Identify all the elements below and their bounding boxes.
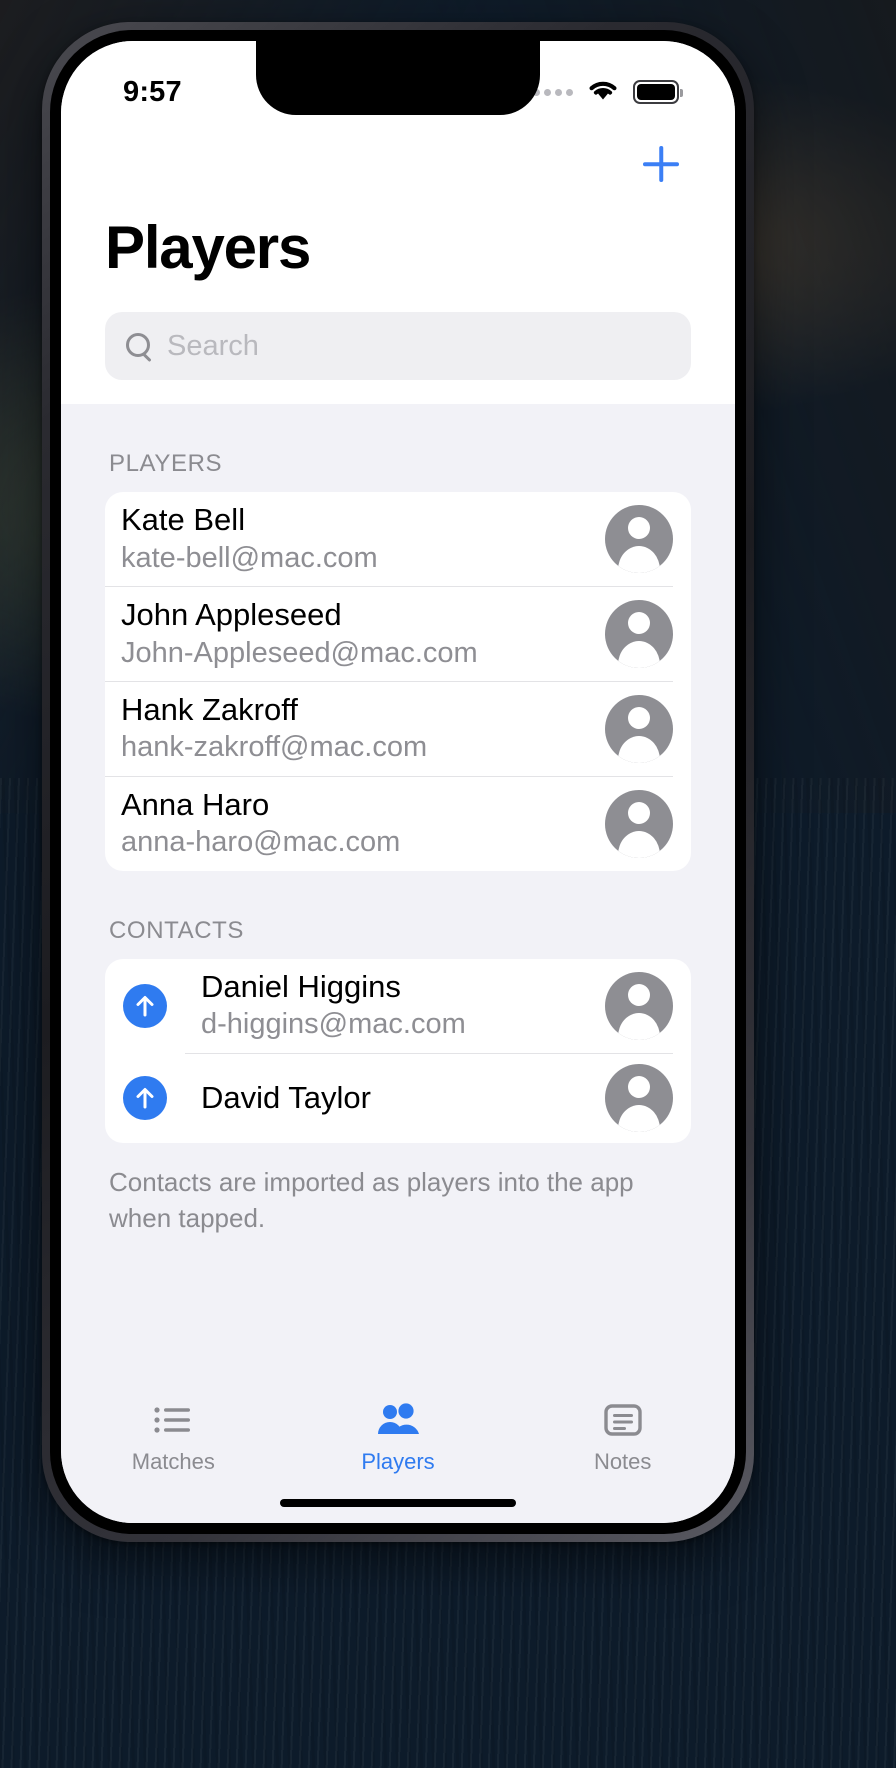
player-name: Anna Haro (121, 786, 270, 822)
wifi-icon (586, 77, 620, 107)
contact-email: d-higgins@mac.com (201, 1008, 466, 1041)
contacts-footnote: Contacts are imported as players into th… (109, 1166, 634, 1233)
page-title: Players (105, 214, 311, 281)
home-indicator-area (61, 1479, 735, 1523)
section-header-contacts: CONTACTS (109, 916, 245, 944)
arrow-up-circle-icon[interactable] (123, 1075, 167, 1120)
home-indicator[interactable] (280, 1499, 516, 1507)
player-email: anna-haro@mac.com (121, 826, 401, 859)
navigation-header: Players Search (61, 127, 735, 404)
contact-name: Daniel Higgins (201, 968, 401, 1004)
table-row[interactable]: Anna Haro anna-haro@mac.com (105, 775, 691, 871)
tab-label: Matches (131, 1449, 215, 1474)
section-header-players: PLAYERS (109, 450, 223, 477)
people-icon (376, 1400, 420, 1440)
player-email: John-Appleseed@mac.com (121, 636, 478, 669)
phone-bezel: 9:57 Players Search PLAYERS Kate Bell ka… (50, 30, 746, 1534)
status-bar-indicators (533, 77, 683, 107)
table-row[interactable]: Hank Zakroff hank-zakroff@mac.com (105, 680, 691, 776)
contact-name: David Taylor (201, 1079, 372, 1115)
tab-matches[interactable]: Matches (61, 1400, 286, 1475)
search-bar-container: Search (61, 282, 735, 380)
arrow-up-circle-icon[interactable] (123, 983, 167, 1028)
tab-label: Notes (593, 1449, 652, 1474)
person-avatar-icon (605, 1064, 673, 1133)
signal-dots-icon (533, 88, 573, 96)
screen-notch (256, 41, 540, 115)
player-name: Kate Bell (121, 502, 246, 537)
add-player-button[interactable] (639, 142, 683, 186)
person-avatar-icon (605, 599, 673, 668)
table-row[interactable]: David Taylor (105, 1052, 691, 1143)
person-avatar-icon (605, 694, 673, 763)
navigation-toolbar (61, 127, 735, 201)
phone-device-frame: 9:57 Players Search PLAYERS Kate Bell ka… (42, 22, 754, 1542)
tab-label: Players (361, 1449, 435, 1474)
list-bullet-icon (153, 1400, 193, 1440)
person-avatar-icon (605, 971, 673, 1040)
phone-screen: 9:57 Players Search PLAYERS Kate Bell ka… (61, 41, 735, 1523)
tab-bar: Matches Players Notes (61, 1385, 735, 1479)
contacts-list-card: Daniel Higgins d-higgins@mac.com David T… (105, 958, 691, 1143)
player-email: hank-zakroff@mac.com (121, 731, 428, 764)
search-input[interactable]: Search (105, 312, 691, 380)
search-icon (125, 332, 153, 360)
table-row[interactable]: Daniel Higgins d-higgins@mac.com (105, 959, 691, 1053)
note-icon (603, 1400, 642, 1440)
table-row[interactable]: Kate Bell kate-bell@mac.com (105, 492, 691, 586)
person-avatar-icon (605, 789, 673, 858)
players-list-card: Kate Bell kate-bell@mac.com John Applese… (105, 492, 691, 871)
main-content: PLAYERS Kate Bell kate-bell@mac.com John… (61, 404, 735, 1385)
player-name: Hank Zakroff (121, 691, 298, 727)
battery-icon (633, 80, 683, 104)
tab-players[interactable]: Players (286, 1400, 511, 1475)
player-email: kate-bell@mac.com (121, 541, 378, 574)
person-avatar-icon (605, 504, 673, 573)
table-row[interactable]: John Appleseed John-Appleseed@mac.com (105, 585, 691, 681)
search-placeholder: Search (167, 329, 259, 362)
player-name: John Appleseed (121, 596, 342, 632)
status-bar-time: 9:57 (123, 75, 182, 108)
tab-notes[interactable]: Notes (510, 1400, 735, 1475)
